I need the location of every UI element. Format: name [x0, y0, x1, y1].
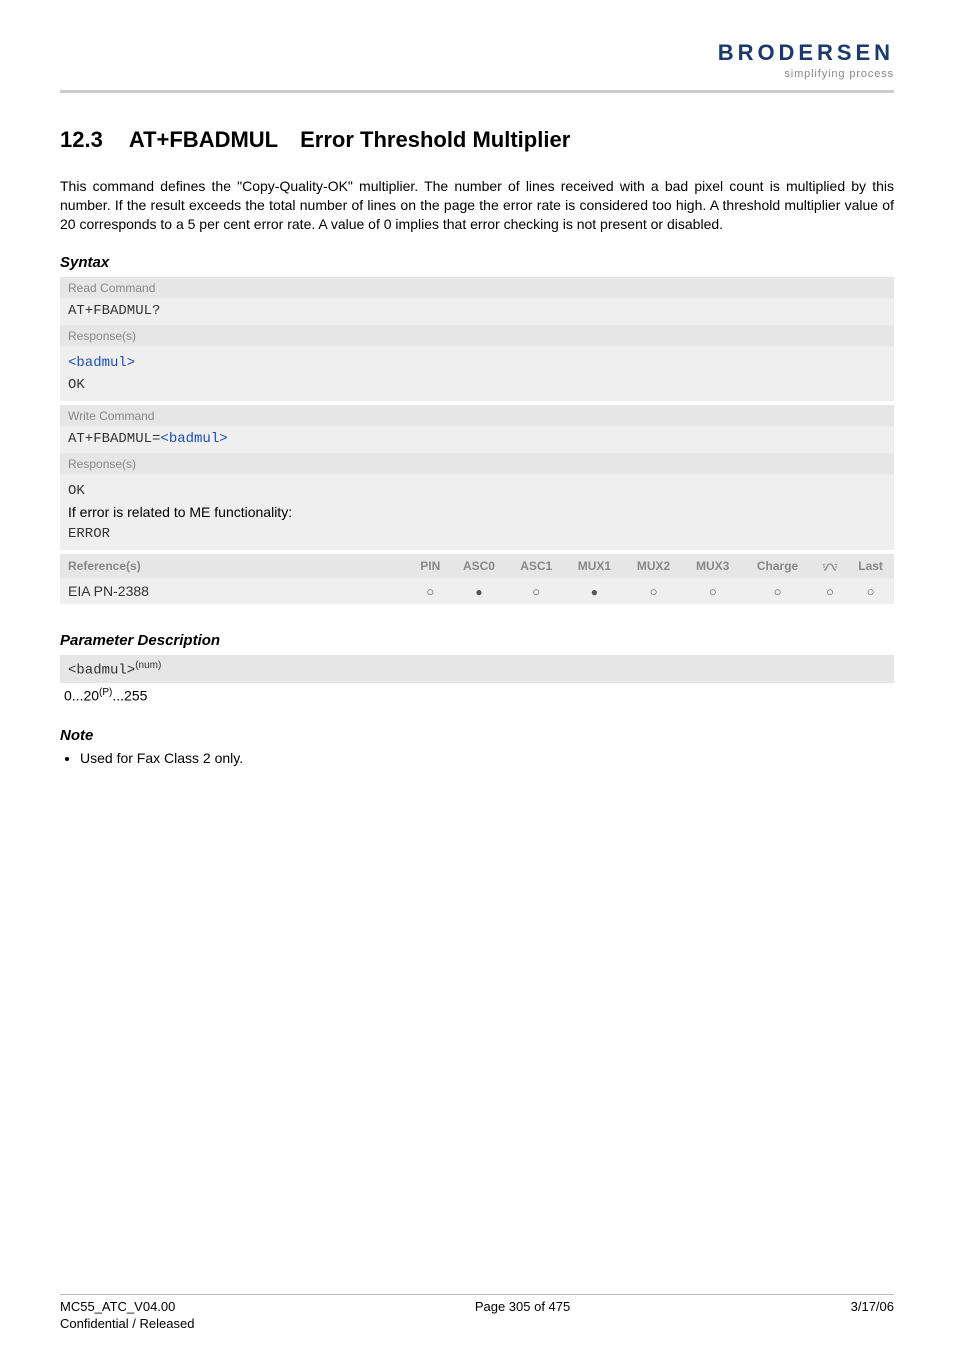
brand-tagline: simplifying process [718, 68, 894, 80]
filled-circle-icon: ● [591, 585, 598, 599]
ref-col-mux1: MUX1 [565, 554, 624, 578]
open-circle-icon: ○ [867, 584, 875, 599]
ref-col-pin: PIN [410, 554, 450, 578]
footer-left: MC55_ATC_V04.00 Confidential / Released [60, 1299, 194, 1333]
write-response-error: ERROR [68, 526, 110, 542]
ref-col-mux3: MUX3 [683, 554, 742, 578]
ref-val-charge: ○ [742, 578, 813, 604]
read-command-text: AT+FBADMUL? [68, 303, 160, 319]
syntax-block: Read Command AT+FBADMUL? Response(s) <ba… [60, 277, 894, 604]
open-circle-icon: ○ [709, 584, 717, 599]
parameter-description-subhead: Parameter Description [60, 632, 894, 649]
parameter-range-post: ...255 [112, 687, 147, 703]
ref-val-pin: ○ [410, 578, 450, 604]
ref-col-charge: Charge [742, 554, 813, 578]
brand-name: BRODERSEN [718, 40, 894, 66]
parameter-sup: (num) [135, 660, 161, 671]
footer-divider [60, 1294, 894, 1295]
ref-col-asc1: ASC1 [508, 554, 565, 578]
ref-col-mux2: MUX2 [624, 554, 683, 578]
ref-val-last: ○ [847, 578, 894, 604]
footer-doc-id: MC55_ATC_V04.00 [60, 1299, 175, 1314]
reference-table: Reference(s) PIN ASC0 ASC1 MUX1 MUX2 MUX… [60, 554, 894, 604]
read-response-body: <badmul> OK [60, 346, 894, 402]
parameter-name: <badmul> [68, 663, 135, 679]
read-response-label: Response(s) [60, 325, 894, 346]
section-command: AT+FBADMUL [129, 127, 278, 153]
document-header: BRODERSEN simplifying process [60, 28, 894, 80]
ref-val-asc0: ● [450, 578, 507, 604]
reference-body-label: EIA PN-2388 [60, 578, 410, 604]
section-name: Error Threshold Multiplier [300, 127, 570, 153]
ring-icon [822, 559, 838, 573]
ref-val-mux3: ○ [683, 578, 742, 604]
write-response-label: Response(s) [60, 453, 894, 474]
brand-logo: BRODERSEN simplifying process [718, 40, 894, 80]
ref-val-mux1: ● [565, 578, 624, 604]
filled-circle-icon: ● [475, 585, 482, 599]
ref-val-asc1: ○ [508, 578, 565, 604]
parameter-range: 0...20(P)...255 [60, 683, 894, 708]
parameter-range-sup: (P) [99, 687, 112, 698]
write-command-label: Write Command [60, 405, 894, 426]
read-response-ok: OK [68, 377, 85, 393]
header-divider [60, 90, 894, 93]
write-command-param: <badmul> [160, 431, 227, 447]
note-item: Used for Fax Class 2 only. [80, 750, 894, 766]
ref-val-ring: ○ [813, 578, 847, 604]
note-list: Used for Fax Class 2 only. [62, 750, 894, 766]
command-description: This command defines the "Copy-Quality-O… [60, 177, 894, 234]
write-response-ok: OK [68, 483, 85, 499]
open-circle-icon: ○ [826, 584, 834, 599]
reference-body-row: EIA PN-2388 ○ ● ○ ● ○ ○ ○ ○ ○ [60, 578, 894, 604]
open-circle-icon: ○ [650, 584, 658, 599]
open-circle-icon: ○ [532, 584, 540, 599]
footer-date: 3/17/06 [851, 1299, 894, 1333]
ref-col-asc0: ASC0 [450, 554, 507, 578]
write-response-body: OK If error is related to ME functionali… [60, 474, 894, 550]
reference-header-row: Reference(s) PIN ASC0 ASC1 MUX1 MUX2 MUX… [60, 554, 894, 578]
write-command-code: AT+FBADMUL=<badmul> [60, 426, 894, 453]
write-command-prefix: AT+FBADMUL= [68, 431, 160, 447]
open-circle-icon: ○ [426, 584, 434, 599]
open-circle-icon: ○ [774, 584, 782, 599]
section-heading: 12.3 AT+FBADMUL Error Threshold Multipli… [60, 127, 894, 153]
parameter-name-row: <badmul>(num) [60, 655, 894, 683]
write-response-text: If error is related to ME functionality: [68, 504, 292, 520]
brand-text: BRODERSEN [718, 40, 894, 66]
parameter-range-pre: 0...20 [64, 687, 99, 703]
ref-col-ring [813, 554, 847, 578]
read-command-label: Read Command [60, 277, 894, 298]
ref-val-mux2: ○ [624, 578, 683, 604]
footer-confidentiality: Confidential / Released [60, 1316, 194, 1331]
read-command-code: AT+FBADMUL? [60, 298, 894, 325]
page-footer: MC55_ATC_V04.00 Confidential / Released … [60, 1299, 894, 1333]
read-response-param: <badmul> [68, 355, 135, 371]
ref-col-last: Last [847, 554, 894, 578]
syntax-subhead: Syntax [60, 254, 894, 271]
reference-header-label: Reference(s) [60, 554, 410, 578]
footer-page-number: Page 305 of 475 [475, 1299, 570, 1333]
section-number: 12.3 [60, 127, 103, 153]
note-subhead: Note [60, 727, 894, 744]
